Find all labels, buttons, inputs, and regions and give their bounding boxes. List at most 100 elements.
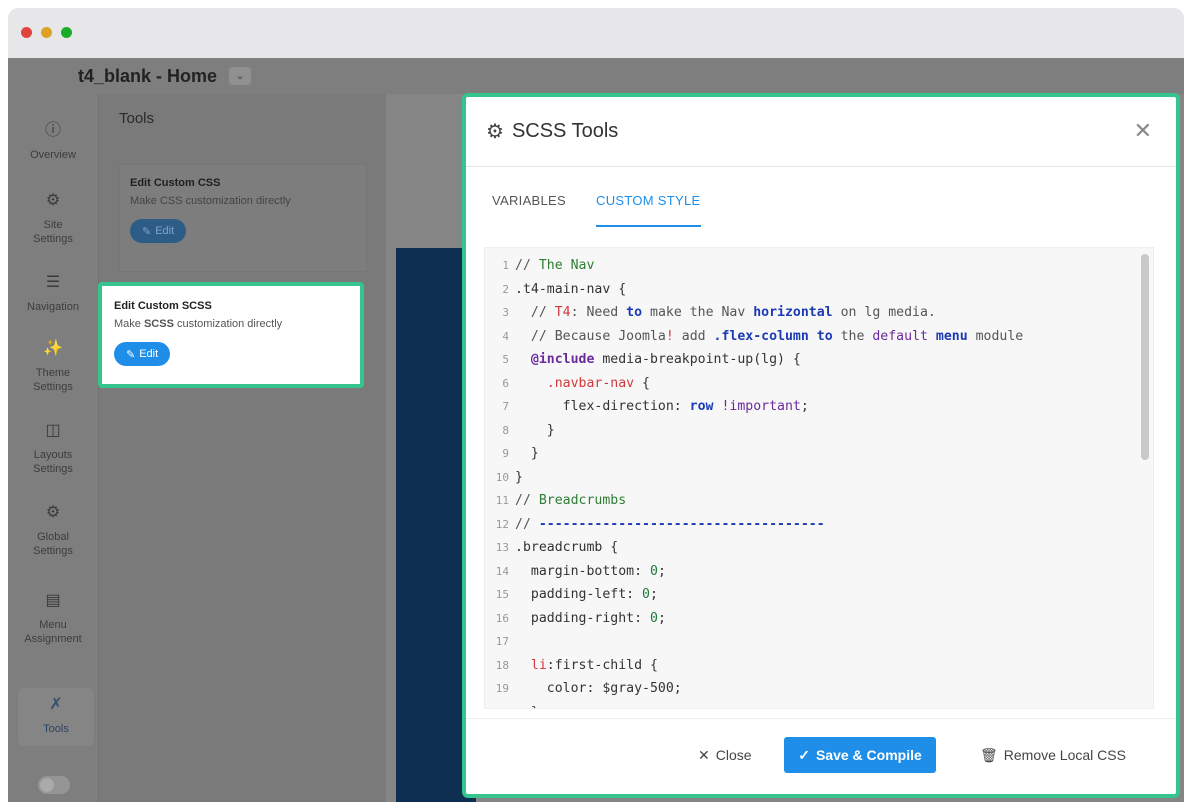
close-icon: ✕ [698,746,710,763]
line-number: 6 [502,376,509,390]
gear-icon: ⚙ [486,121,504,143]
code-line: 10} [485,466,1023,490]
edit-custom-scss-card: Edit Custom SCSS Make SCSS customization… [98,282,364,388]
line-number: 8 [502,423,509,437]
rail-item-layouts-settings[interactable]: ◫ Layouts Settings [8,422,98,476]
rail-item-label: Navigation [27,301,79,313]
close-button[interactable]: ✕ Close [698,737,752,773]
page-title: t4_blank - Home ⌄ [78,58,252,94]
rail-item-label: Overview [30,149,76,161]
rail-item-site-settings[interactable]: ⚙ Site Settings [8,192,98,246]
rail-item-theme-settings[interactable]: ✨ Theme Settings [8,341,98,394]
code-text: // Because Joomla! add .flex-column to t… [515,328,1024,344]
code-line: 7 flex-direction: row !important; [485,395,1023,419]
modal-tabs: VARIABLES CUSTOM STYLE [466,187,701,227]
close-window-button[interactable] [21,27,32,38]
left-rail: ⓘ Overview ⚙ Site Settings ☰ Navigation … [8,94,98,802]
rail-item-label: Tools [43,723,69,735]
code-line: 20 } [485,701,1023,708]
code-text: .navbar-nav { [546,375,650,391]
code-editor[interactable]: 1 // The Nav 2 .t4-main-nav { 3 // T4: Need … [484,247,1154,709]
columns-icon: ◫ [45,422,61,439]
gears-icon: ⚙ [45,504,61,521]
editor-scrollbar[interactable] [1141,254,1149,460]
rail-item-label: Global Settings [33,531,73,557]
code-text: // Breadcrumbs [515,493,627,509]
line-number: 2 [502,282,509,296]
code-line: 6 .navbar-nav { [485,372,1023,396]
traffic-lights [21,27,72,38]
window-titlebar [8,8,1184,58]
code-text: margin-bottom: 0; [515,563,666,579]
gears-icon: ⚙ [45,192,61,209]
modal-footer: ✕ Close ✓ Save & Compile 🗑 Remove Local … [466,718,1176,794]
remove-local-css-button[interactable]: 🗑 Remove Local CSS [980,737,1126,773]
rail-item-navigation[interactable]: ☰ Navigation [8,274,98,314]
code-line: 11 // Breadcrumbs [485,489,1023,513]
code-line: 12 // -----------------------------------… [485,513,1023,537]
code-text: .t4-main-nav { [515,281,627,297]
card-description: Make CSS customization directly [130,195,291,207]
theme-toggle[interactable] [38,776,70,794]
line-number: 15 [495,588,509,602]
tools-icon: ✗ [49,696,63,713]
save-label: Save & Compile [815,747,922,763]
rail-item-label: Layouts Settings [33,449,73,475]
line-number: 14 [495,564,509,578]
tools-title: Tools [119,110,155,127]
rail-item-global-settings[interactable]: ⚙ Global Settings [8,504,98,558]
rail-item-overview[interactable]: ⓘ Overview [8,123,98,162]
code-line: 15 padding-left: 0; [485,583,1023,607]
close-icon[interactable]: ✕ [1134,120,1152,142]
code-text: padding-left: 0; [515,587,658,603]
code-line: 16 padding-right: 0; [485,607,1023,631]
line-number: 10 [495,470,509,484]
rail-item-label: Site Settings [33,219,73,245]
edit-icon: ✎ [126,348,136,361]
code-text: li:first-child { [530,657,658,673]
modal-header: ⚙ SCSS Tools ✕ [466,97,1176,167]
rail-item-label: Theme Settings [33,367,73,393]
menu-icon: ☰ [45,274,61,291]
trash-icon: 🗑 [980,746,998,763]
save-compile-button[interactable]: ✓ Save & Compile [784,737,936,773]
code-line: 17 [485,630,1023,654]
close-label: Close [715,747,752,763]
line-number: 3 [502,306,509,320]
edit-css-button[interactable]: ✎ Edit [130,219,187,243]
code-text: .breadcrumb { [515,540,619,556]
line-number: 19 [495,682,509,696]
line-number: 18 [495,658,509,672]
list-icon: ▤ [45,592,61,609]
code-line: 18 li:first-child { [485,654,1023,678]
code-text: } [515,446,539,462]
code-text: // T4: Need to make the Nav horizontal o… [515,305,936,321]
tab-custom-style[interactable]: CUSTOM STYLE [596,187,701,227]
code-text: // The Nav [515,258,595,274]
code-text: } [515,422,555,438]
line-number: 13 [495,541,509,555]
line-number: 5 [502,353,509,367]
edit-icon: ✎ [142,225,152,238]
modal-title: SCSS Tools [511,120,619,142]
code-line: 1 // The Nav [485,254,1023,278]
edit-scss-button[interactable]: ✎ Edit [114,342,171,366]
code-text: flex-direction: row !important; [515,399,809,415]
code-line: 9 } [485,442,1023,466]
zoom-window-button[interactable] [61,27,72,38]
page-title-text: t4_blank - Home [78,65,218,86]
line-number: 11 [495,494,509,508]
rail-item-tools[interactable]: ✗ Tools [18,688,94,746]
line-number: 9 [502,447,509,461]
code-text: padding-right: 0; [515,610,666,626]
code-text: @include media-breakpoint-up(lg) { [530,352,801,368]
minimize-window-button[interactable] [41,27,52,38]
rail-item-label: Menu Assignment [24,619,82,645]
page-select-dropdown[interactable]: ⌄ [229,67,252,85]
card-title: Edit Custom SCSS [114,300,212,312]
code-text: // ------------------------------------ [515,516,825,532]
code-line: 13 .breadcrumb { [485,536,1023,560]
rail-item-menu-assignment[interactable]: ▤ Menu Assignment [8,592,98,646]
code-line: 4 // Because Joomla! add .flex-column to… [485,325,1023,349]
tab-variables[interactable]: VARIABLES [492,187,566,227]
